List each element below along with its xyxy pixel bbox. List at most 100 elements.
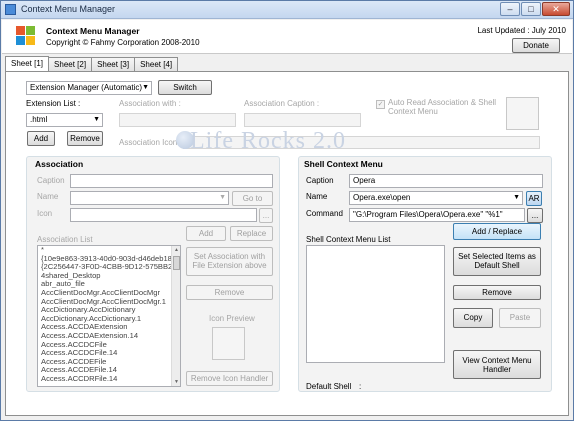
association-list-item[interactable]: Access.ACCDAExtension xyxy=(38,323,180,332)
shell-group-title: Shell Context Menu xyxy=(304,159,383,169)
windows-logo-icon xyxy=(16,26,36,46)
association-list-item[interactable]: AccClientDocMgr.AccClientDocMgr.1 xyxy=(38,298,180,307)
assoc-remove-button[interactable]: Remove xyxy=(186,285,273,300)
add-extension-button[interactable]: Add xyxy=(27,131,55,146)
watermark-text: Life Rocks 2.0 xyxy=(190,128,346,154)
association-with-field[interactable] xyxy=(119,113,236,127)
scroll-thumb[interactable] xyxy=(173,256,180,270)
association-icon-label: Association Icon : xyxy=(119,138,182,147)
close-button[interactable]: ✕ xyxy=(542,2,570,16)
app-window: Context Menu Manager – □ ✕ Context Menu … xyxy=(0,0,574,421)
association-icon-preview xyxy=(506,97,539,130)
app-name: Context Menu Manager xyxy=(46,26,140,36)
association-list-item[interactable]: AccClientDocMgr.AccClientDocMgr xyxy=(38,289,180,298)
browse-command-button[interactable]: ... xyxy=(527,208,543,223)
scroll-up-icon[interactable]: ▲ xyxy=(173,246,180,254)
minimize-button[interactable]: – xyxy=(500,2,520,16)
set-default-shell-button[interactable]: Set Selected Items as Default Shell xyxy=(453,247,541,276)
sheet-tabs: Sheet [1] Sheet [2] Sheet [3] Sheet [4] xyxy=(5,56,179,71)
default-shell-label: Default Shell xyxy=(306,382,352,391)
scroll-down-icon[interactable]: ▼ xyxy=(173,378,180,386)
title-bar[interactable]: Context Menu Manager – □ ✕ xyxy=(1,1,573,19)
assoc-name-select[interactable]: ▼ xyxy=(70,191,229,205)
association-list-label: Association List xyxy=(37,235,93,244)
shell-list-label: Shell Context Menu List xyxy=(306,235,391,244)
extension-select[interactable]: .html ▼ xyxy=(26,113,103,127)
set-association-button[interactable]: Set Association with File Extension abov… xyxy=(186,247,273,276)
icon-preview-box xyxy=(212,327,245,360)
shell-remove-button[interactable]: Remove xyxy=(453,285,541,300)
association-list-item[interactable]: Access.ACCDRFile.14 xyxy=(38,375,180,384)
sheet-panel: Extension Manager (Automatic) ▼ Switch E… xyxy=(5,71,569,416)
add-replace-button[interactable]: Add / Replace xyxy=(453,223,541,240)
association-list-item[interactable]: AccDictionary.AccDictionary.1 xyxy=(38,315,180,324)
paste-button[interactable]: Paste xyxy=(499,308,541,328)
shell-name-select[interactable]: Opera.exe\open ▼ xyxy=(349,191,523,205)
association-list-scrollbar[interactable]: ▲ ▼ xyxy=(171,246,180,386)
tab-sheet-2[interactable]: Sheet [2] xyxy=(48,57,93,71)
maximize-button[interactable]: □ xyxy=(521,2,541,16)
assoc-add-button[interactable]: Add xyxy=(186,226,226,241)
association-list-item[interactable]: 4shared_Desktop xyxy=(38,272,180,281)
tab-sheet-1[interactable]: Sheet [1] xyxy=(5,56,50,71)
shell-caption-field[interactable]: Opera xyxy=(349,174,543,188)
assoc-replace-button[interactable]: Replace xyxy=(230,226,273,241)
assoc-caption-label: Caption xyxy=(37,176,65,185)
tab-sheet-4[interactable]: Sheet [4] xyxy=(134,57,179,71)
remove-extension-button[interactable]: Remove xyxy=(67,131,103,146)
last-updated-text: Last Updated : July 2010 xyxy=(477,26,566,35)
association-list-item[interactable]: * xyxy=(38,246,180,255)
assoc-icon-label: Icon xyxy=(37,209,53,218)
shell-caption-label: Caption xyxy=(306,176,334,185)
extension-list-label: Extension List : xyxy=(26,99,81,108)
association-list-item[interactable]: Access.ACCDCFile.14 xyxy=(38,349,180,358)
icon-preview-label: Icon Preview xyxy=(209,314,255,323)
association-list-item[interactable]: Access.ACCDAExtension.14 xyxy=(38,332,180,341)
association-caption-label: Association Caption : xyxy=(244,99,320,108)
association-list[interactable]: * {10e9e863-3913-40d0-903d-d46deb18e {2C25… xyxy=(37,245,181,387)
association-with-label: Association with : xyxy=(119,99,181,108)
shell-command-field[interactable]: "G:\Program Files\Opera\Opera.exe" "%1" xyxy=(349,208,525,222)
switch-button[interactable]: Switch xyxy=(158,80,212,95)
assoc-caption-field[interactable] xyxy=(70,174,273,188)
auto-read-label: Auto Read Association & Shell Context Me… xyxy=(388,98,497,116)
copy-button[interactable]: Copy xyxy=(453,308,493,328)
assoc-icon-field[interactable] xyxy=(70,208,257,222)
association-list-item[interactable]: {2C256447-3F0D-4CBB-9D12-575BB20 xyxy=(38,263,180,272)
donate-button[interactable]: Donate xyxy=(512,38,560,53)
default-shell-value: : xyxy=(359,382,362,391)
chevron-down-icon: ▼ xyxy=(219,194,226,201)
goto-button[interactable]: Go to xyxy=(232,191,273,206)
association-list-item[interactable]: AccDictionary.AccDictionary xyxy=(38,306,180,315)
shell-context-menu-group: Shell Context Menu Caption Opera Name Op… xyxy=(298,156,552,392)
app-header: Context Menu Manager Copyright © Fahmy C… xyxy=(2,20,572,54)
mode-select[interactable]: Extension Manager (Automatic) ▼ xyxy=(26,81,152,95)
copyright-text: Copyright © Fahmy Corporation 2008-2010 xyxy=(46,38,200,47)
app-icon xyxy=(5,4,16,15)
extension-select-value: .html xyxy=(30,115,48,124)
association-list-item[interactable]: Access.ACCDEFile.14 xyxy=(38,366,180,375)
chevron-down-icon: ▼ xyxy=(142,84,149,91)
association-list-item[interactable]: abr_auto_file xyxy=(38,280,180,289)
assoc-name-label: Name xyxy=(37,192,59,201)
association-group-title: Association xyxy=(35,159,84,169)
association-list-item[interactable]: Access.ACCDEFile xyxy=(38,358,180,367)
shell-context-menu-list[interactable] xyxy=(306,245,445,363)
browse-icon-button[interactable]: ... xyxy=(259,208,273,223)
tab-sheet-3[interactable]: Sheet [3] xyxy=(91,57,136,71)
remove-icon-handler-button[interactable]: Remove Icon Handler xyxy=(186,371,273,386)
association-list-item[interactable]: {10e9e863-3913-40d0-903d-d46deb18e xyxy=(38,255,180,264)
shell-name-value: Opera.exe\open xyxy=(353,193,411,202)
mode-select-value: Extension Manager (Automatic) xyxy=(30,83,143,92)
ar-button[interactable]: AR xyxy=(526,191,542,206)
chevron-down-icon: ▼ xyxy=(513,194,520,201)
shell-name-label: Name xyxy=(306,192,328,201)
association-caption-field[interactable] xyxy=(244,113,361,127)
auto-read-checkbox[interactable]: ✓ xyxy=(376,100,385,109)
shell-command-label: Command xyxy=(306,209,343,218)
chevron-down-icon: ▼ xyxy=(93,116,100,123)
association-list-item[interactable]: Access.ACCDCFile xyxy=(38,341,180,350)
window-title: Context Menu Manager xyxy=(21,4,116,14)
view-context-menu-handler-button[interactable]: View Context Menu Handler xyxy=(453,350,541,379)
association-group: Association Caption Name ▼ Go to Icon ..… xyxy=(26,156,280,392)
